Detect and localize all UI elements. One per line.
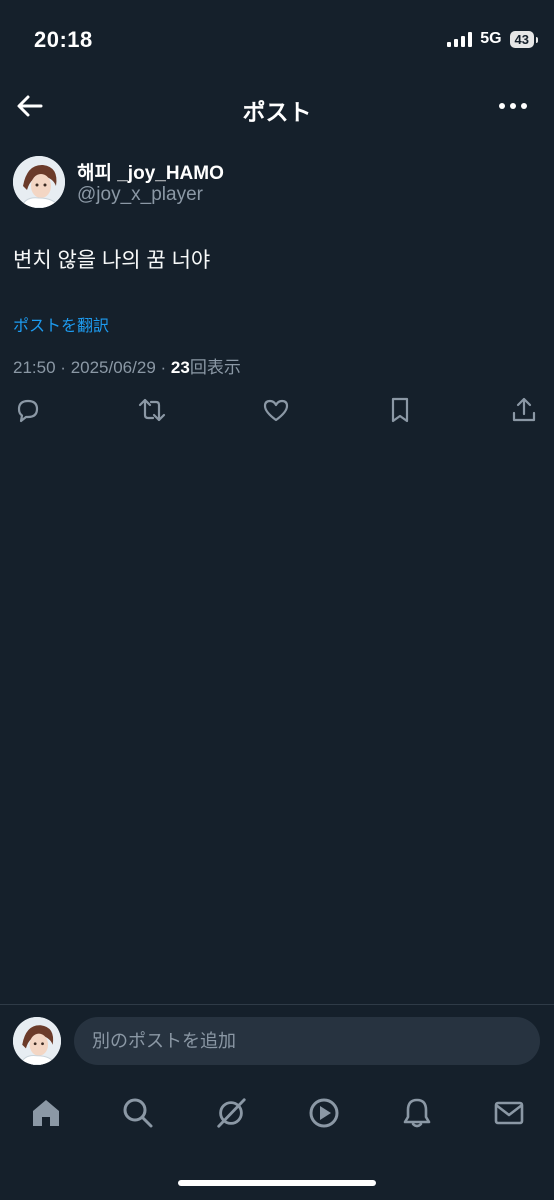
reply-icon[interactable]	[12, 394, 44, 426]
more-options-icon[interactable]	[498, 92, 528, 120]
cellular-signal-icon	[447, 31, 473, 47]
post-time: 21:50	[13, 358, 56, 377]
notifications-icon[interactable]	[400, 1096, 434, 1130]
home-indicator	[178, 1180, 376, 1186]
network-type: 5G	[480, 30, 502, 47]
post-text: 변치 않을 나의 꿈 너야	[13, 249, 211, 272]
meta-separator: ·	[160, 358, 167, 377]
home-icon[interactable]	[29, 1096, 63, 1130]
status-time: 20:18	[34, 27, 93, 52]
translate-post-link[interactable]: ポストを翻訳	[13, 312, 109, 336]
view-count[interactable]: 23	[171, 358, 190, 377]
current-user-avatar[interactable]	[13, 1017, 61, 1065]
status-bar: 20:18 5G 43	[0, 0, 554, 80]
video-icon[interactable]	[307, 1096, 341, 1130]
messages-icon[interactable]	[492, 1096, 526, 1130]
grok-icon[interactable]	[214, 1096, 248, 1130]
repost-icon[interactable]	[136, 394, 168, 426]
post-actions	[0, 394, 554, 434]
share-icon[interactable]	[508, 394, 540, 426]
status-indicators: 5G 43	[447, 30, 539, 48]
search-icon[interactable]	[121, 1096, 155, 1130]
battery-icon: 43	[509, 30, 539, 48]
view-label[interactable]: 回表示	[190, 358, 241, 377]
page-title: ポスト	[242, 99, 312, 125]
post-meta: 21:50 · 2025/06/29 · 23回表示	[13, 353, 241, 378]
author-handle[interactable]: @joy_x_player	[77, 184, 203, 206]
bookmark-icon[interactable]	[384, 394, 416, 426]
reply-input[interactable]: 別のポストを追加	[74, 1017, 540, 1065]
post-header: ポスト	[0, 80, 554, 136]
like-icon[interactable]	[260, 394, 292, 426]
meta-separator: ·	[60, 358, 66, 377]
author-display-name[interactable]: 해피 _joy_HAMO	[77, 158, 224, 185]
bottom-tab-bar	[0, 1086, 554, 1142]
composer-divider	[0, 1004, 554, 1005]
author-avatar[interactable]	[13, 156, 65, 208]
post-date: 2025/06/29	[70, 358, 156, 377]
